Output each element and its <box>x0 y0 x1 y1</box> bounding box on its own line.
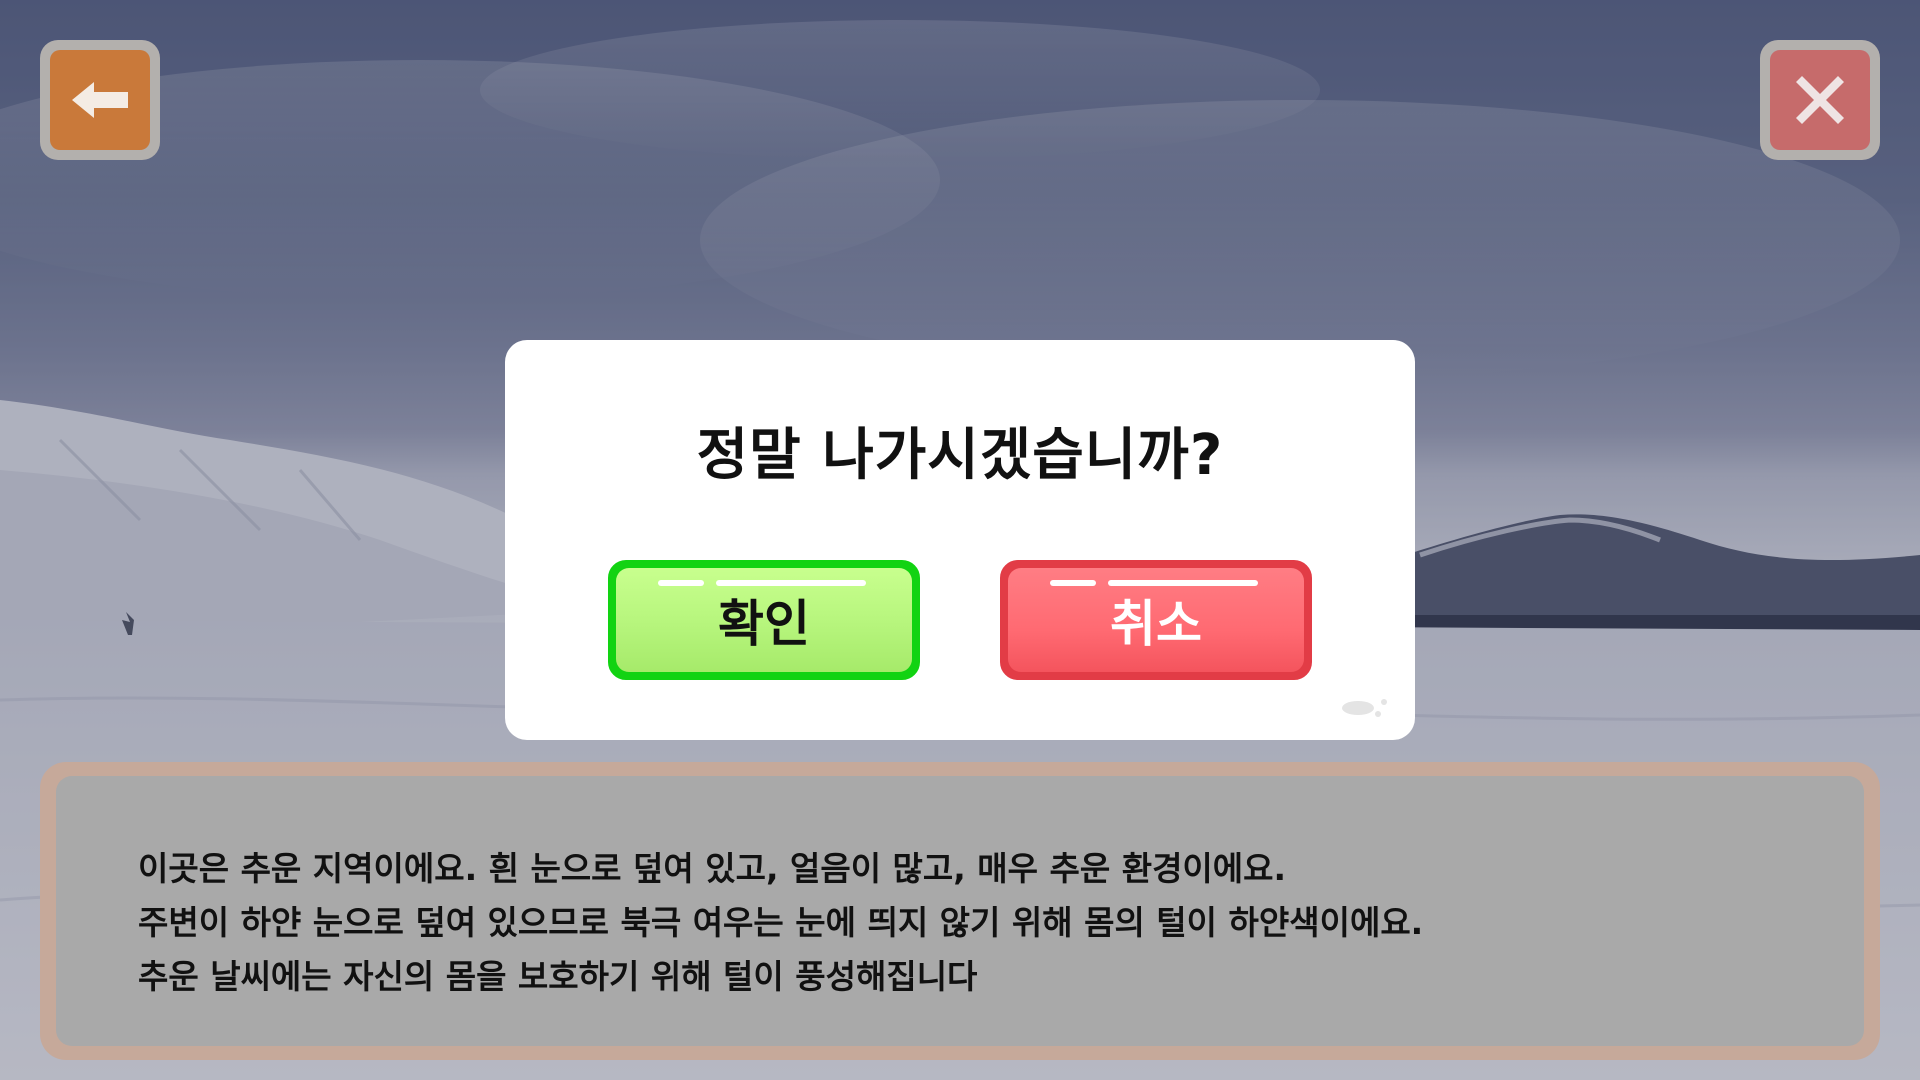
confirm-button-label: 확인 <box>718 595 810 653</box>
description-box: 이곳은 추운 지역이에요. 흰 눈으로 덮여 있고, 얼음이 많고, 매우 추운… <box>56 776 1864 1046</box>
close-x-icon <box>1796 76 1844 124</box>
description-line: 이곳은 추운 지역이에요. 흰 눈으로 덮여 있고, 얼음이 많고, 매우 추운… <box>138 849 1287 888</box>
cancel-button[interactable]: 취소 <box>1000 560 1312 680</box>
back-button-face <box>50 50 150 150</box>
description-line: 추운 날씨에는 자신의 몸을 보호하기 위해 털이 풍성해집니다 <box>138 957 978 996</box>
description-panel: 이곳은 추운 지역이에요. 흰 눈으로 덮여 있고, 얼음이 많고, 매우 추운… <box>40 762 1880 1060</box>
decorative-dots-icon <box>1342 699 1387 717</box>
back-button[interactable] <box>40 40 160 160</box>
close-button-face <box>1770 50 1870 150</box>
confirm-button[interactable]: 확인 <box>608 560 920 680</box>
cancel-button-label: 취소 <box>1110 595 1202 653</box>
game-scene: 정말 나가시겠습니까? 확인 취소 이곳은 추운 지역이에요. 흰 눈으로 덮여… <box>0 0 1920 1080</box>
arrow-left-icon <box>72 82 128 118</box>
exit-confirm-dialog: 정말 나가시겠습니까? 확인 취소 <box>505 340 1415 740</box>
dialog-title: 정말 나가시겠습니까? <box>696 423 1224 488</box>
close-button[interactable] <box>1760 40 1880 160</box>
description-line: 주변이 하얀 눈으로 덮여 있으므로 북극 여우는 눈에 띄지 않기 위해 몸의… <box>138 903 1424 942</box>
